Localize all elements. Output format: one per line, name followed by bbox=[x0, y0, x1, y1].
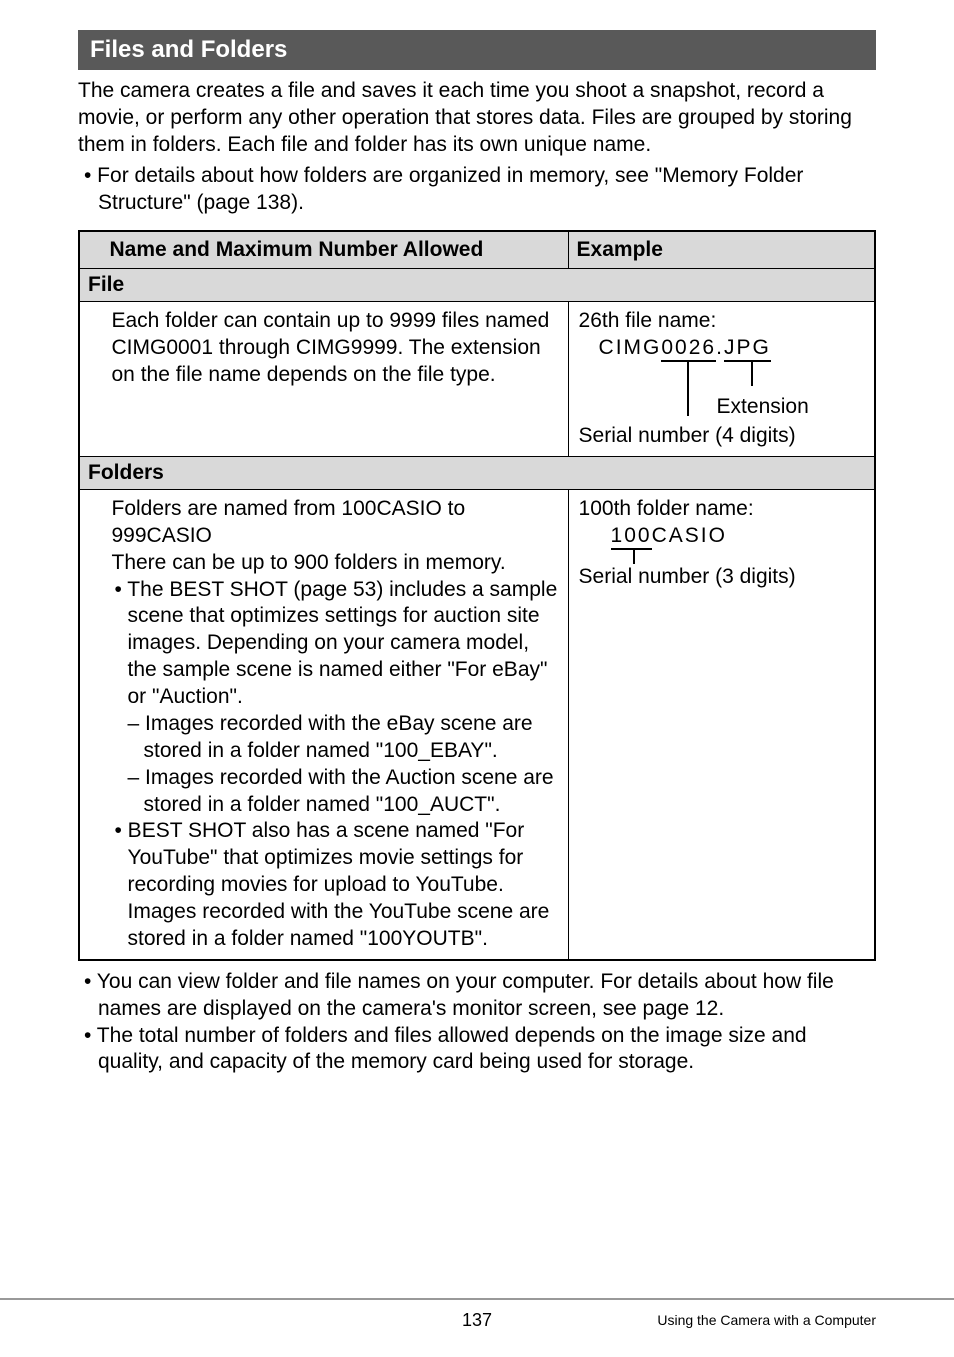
footer-section-title: Using the Camera with a Computer bbox=[657, 1312, 876, 1328]
folder-example-label: 100th folder name: bbox=[579, 496, 864, 523]
row-spacer bbox=[79, 489, 102, 959]
foldername-number: 100 bbox=[611, 524, 652, 550]
file-description: Each folder can contain up to 9999 files… bbox=[102, 302, 569, 457]
folder-bullet-2: • BEST SHOT also has a scene named "For … bbox=[112, 818, 558, 952]
connector-line-icon bbox=[751, 362, 753, 376]
folder-desc-line1: Folders are named from 100CASIO to 999CA… bbox=[112, 496, 558, 550]
folder-example: 100th folder name: 100CASIO Serial numbe… bbox=[568, 489, 875, 959]
section-heading: Files and Folders bbox=[78, 30, 876, 70]
intro-paragraph: The camera creates a file and saves it e… bbox=[78, 78, 876, 159]
intro-bullet: • For details about how folders are orga… bbox=[78, 163, 876, 217]
post-notes: • You can view folder and file names on … bbox=[78, 969, 876, 1077]
header-example-col: Example bbox=[568, 231, 875, 269]
header-spacer bbox=[79, 231, 102, 269]
folders-category-label: Folders bbox=[79, 456, 875, 489]
serial-4-label: Serial number (4 digits) bbox=[579, 423, 864, 450]
folder-dash-1: – Images recorded with the eBay scene ar… bbox=[112, 711, 558, 765]
folder-bullet-1: • The BEST SHOT (page 53) includes a sam… bbox=[112, 577, 558, 711]
connector-line-icon bbox=[633, 550, 635, 564]
files-folders-table: Name and Maximum Number Allowed Example … bbox=[78, 230, 876, 960]
file-example-label: 26th file name: bbox=[579, 308, 864, 335]
filename-prefix: CIMG bbox=[599, 336, 662, 359]
filename-extension: JPG bbox=[724, 336, 771, 362]
file-category-label: File bbox=[79, 269, 875, 302]
post-bullet-1: • You can view folder and file names on … bbox=[78, 969, 876, 1023]
serial-3-label: Serial number (3 digits) bbox=[579, 564, 864, 591]
filename-number: 0026 bbox=[661, 336, 716, 362]
header-name-col: Name and Maximum Number Allowed bbox=[102, 231, 569, 269]
folder-dash-2: – Images recorded with the Auction scene… bbox=[112, 765, 558, 819]
foldername-suffix: CASIO bbox=[652, 524, 727, 547]
connector-line-icon bbox=[687, 362, 689, 376]
post-bullet-2: • The total number of folders and files … bbox=[78, 1023, 876, 1077]
connector-line-icon bbox=[751, 376, 753, 386]
filename-dot: . bbox=[716, 336, 724, 359]
filename-diagram: CIMG0026.JPG bbox=[579, 335, 864, 396]
folder-desc-line2: There can be up to 900 folders in memory… bbox=[112, 550, 558, 577]
extension-label: Extension bbox=[579, 394, 864, 421]
page-footer: 137 Using the Camera with a Computer bbox=[0, 1298, 954, 1331]
folders-description: Folders are named from 100CASIO to 999CA… bbox=[102, 489, 569, 959]
connector-line-icon bbox=[687, 376, 689, 416]
file-example: 26th file name: CIMG0026.JPG Extension bbox=[568, 302, 875, 457]
row-spacer bbox=[79, 302, 102, 457]
folder-diagram: 100CASIO bbox=[579, 523, 864, 564]
